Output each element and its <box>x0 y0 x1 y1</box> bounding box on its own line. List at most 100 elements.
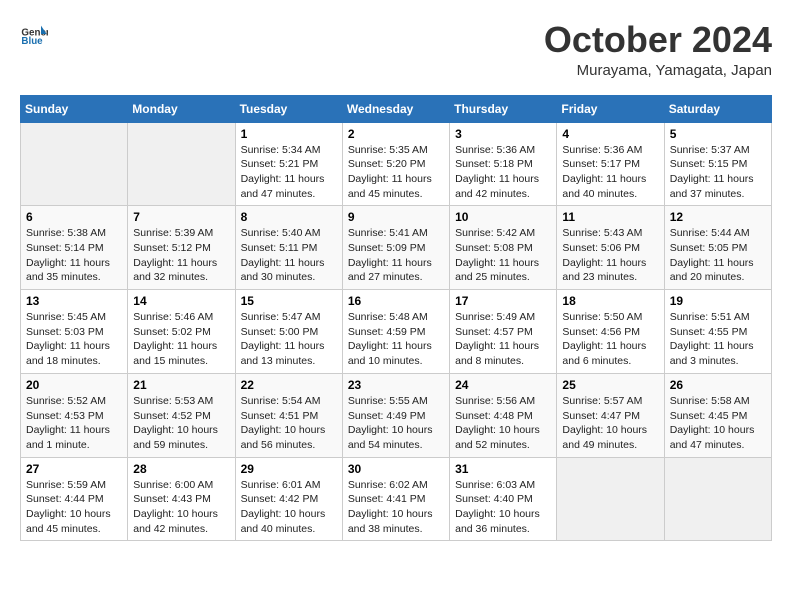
col-sunday: Sunday <box>21 95 128 122</box>
table-row: 3 Sunrise: 5:36 AM Sunset: 5:18 PM Daylig… <box>450 122 557 206</box>
day-info: Sunrise: 5:34 AM Sunset: 5:21 PM Dayligh… <box>241 143 337 202</box>
day-info: Sunrise: 5:40 AM Sunset: 5:11 PM Dayligh… <box>241 226 337 285</box>
day-number: 13 <box>26 294 122 308</box>
day-number: 22 <box>241 378 337 392</box>
table-row: 11 Sunrise: 5:43 AM Sunset: 5:06 PM Dayli… <box>557 206 664 290</box>
day-number: 3 <box>455 127 551 141</box>
day-number: 19 <box>670 294 766 308</box>
title-block: October 2024 Murayama, Yamagata, Japan <box>544 20 772 79</box>
day-number: 15 <box>241 294 337 308</box>
table-row: 7 Sunrise: 5:39 AM Sunset: 5:12 PM Daylig… <box>128 206 235 290</box>
table-row: 23 Sunrise: 5:55 AM Sunset: 4:49 PM Dayli… <box>342 373 449 457</box>
table-row: 31Sunrise: 6:03 AM Sunset: 4:40 PM Dayli… <box>450 457 557 541</box>
day-info: Sunrise: 5:36 AM Sunset: 5:17 PM Dayligh… <box>562 143 658 202</box>
day-number: 5 <box>670 127 766 141</box>
day-number: 17 <box>455 294 551 308</box>
day-number: 12 <box>670 210 766 224</box>
table-row: 8 Sunrise: 5:40 AM Sunset: 5:11 PM Daylig… <box>235 206 342 290</box>
day-info: Sunrise: 5:59 AM Sunset: 4:44 PM Dayligh… <box>26 478 122 537</box>
table-row <box>664 457 771 541</box>
table-row: 22 Sunrise: 5:54 AM Sunset: 4:51 PM Dayli… <box>235 373 342 457</box>
day-info: Sunrise: 5:57 AM Sunset: 4:47 PM Dayligh… <box>562 394 658 453</box>
day-number: 8 <box>241 210 337 224</box>
day-number: 9 <box>348 210 444 224</box>
table-row <box>557 457 664 541</box>
day-info: Sunrise: 5:51 AM Sunset: 4:55 PM Dayligh… <box>670 310 766 369</box>
day-info: Sunrise: 5:48 AM Sunset: 4:59 PM Dayligh… <box>348 310 444 369</box>
day-number: 14 <box>133 294 229 308</box>
day-info: Sunrise: 5:50 AM Sunset: 4:56 PM Dayligh… <box>562 310 658 369</box>
day-number: 7 <box>133 210 229 224</box>
day-info: Sunrise: 5:37 AM Sunset: 5:15 PM Dayligh… <box>670 143 766 202</box>
day-info: Sunrise: 5:49 AM Sunset: 4:57 PM Dayligh… <box>455 310 551 369</box>
table-row: 26Sunrise: 5:58 AM Sunset: 4:45 PM Dayli… <box>664 373 771 457</box>
location-subtitle: Murayama, Yamagata, Japan <box>544 62 772 79</box>
table-row: 17 Sunrise: 5:49 AM Sunset: 4:57 PM Dayli… <box>450 290 557 374</box>
calendar-week-row: 6Sunrise: 5:38 AM Sunset: 5:14 PM Daylig… <box>21 206 772 290</box>
day-info: Sunrise: 6:01 AM Sunset: 4:42 PM Dayligh… <box>241 478 337 537</box>
table-row: 24Sunrise: 5:56 AM Sunset: 4:48 PM Dayli… <box>450 373 557 457</box>
day-info: Sunrise: 6:03 AM Sunset: 4:40 PM Dayligh… <box>455 478 551 537</box>
table-row: 25 Sunrise: 5:57 AM Sunset: 4:47 PM Dayli… <box>557 373 664 457</box>
table-row: 10 Sunrise: 5:42 AM Sunset: 5:08 PM Dayli… <box>450 206 557 290</box>
calendar-week-row: 13 Sunrise: 5:45 AM Sunset: 5:03 PM Dayli… <box>21 290 772 374</box>
calendar-header-row: Sunday Monday Tuesday Wednesday Thursday… <box>21 95 772 122</box>
day-number: 10 <box>455 210 551 224</box>
day-info: Sunrise: 5:45 AM Sunset: 5:03 PM Dayligh… <box>26 310 122 369</box>
day-number: 23 <box>348 378 444 392</box>
day-info: Sunrise: 5:41 AM Sunset: 5:09 PM Dayligh… <box>348 226 444 285</box>
col-saturday: Saturday <box>664 95 771 122</box>
table-row: 6Sunrise: 5:38 AM Sunset: 5:14 PM Daylig… <box>21 206 128 290</box>
day-info: Sunrise: 5:35 AM Sunset: 5:20 PM Dayligh… <box>348 143 444 202</box>
day-info: Sunrise: 5:55 AM Sunset: 4:49 PM Dayligh… <box>348 394 444 453</box>
table-row: 1 Sunrise: 5:34 AM Sunset: 5:21 PM Daylig… <box>235 122 342 206</box>
table-row: 30 Sunrise: 6:02 AM Sunset: 4:41 PM Dayli… <box>342 457 449 541</box>
calendar-table: Sunday Monday Tuesday Wednesday Thursday… <box>20 95 772 542</box>
logo-icon: General Blue <box>20 20 48 48</box>
day-number: 20 <box>26 378 122 392</box>
day-info: Sunrise: 6:02 AM Sunset: 4:41 PM Dayligh… <box>348 478 444 537</box>
day-number: 18 <box>562 294 658 308</box>
table-row: 14 Sunrise: 5:46 AM Sunset: 5:02 PM Dayli… <box>128 290 235 374</box>
calendar-week-row: 27Sunrise: 5:59 AM Sunset: 4:44 PM Dayli… <box>21 457 772 541</box>
day-number: 1 <box>241 127 337 141</box>
col-friday: Friday <box>557 95 664 122</box>
day-info: Sunrise: 5:46 AM Sunset: 5:02 PM Dayligh… <box>133 310 229 369</box>
day-info: Sunrise: 5:38 AM Sunset: 5:14 PM Dayligh… <box>26 226 122 285</box>
calendar-week-row: 1 Sunrise: 5:34 AM Sunset: 5:21 PM Daylig… <box>21 122 772 206</box>
table-row: 28Sunrise: 6:00 AM Sunset: 4:43 PM Dayli… <box>128 457 235 541</box>
day-info: Sunrise: 5:36 AM Sunset: 5:18 PM Dayligh… <box>455 143 551 202</box>
day-number: 25 <box>562 378 658 392</box>
col-tuesday: Tuesday <box>235 95 342 122</box>
day-info: Sunrise: 5:39 AM Sunset: 5:12 PM Dayligh… <box>133 226 229 285</box>
day-info: Sunrise: 5:43 AM Sunset: 5:06 PM Dayligh… <box>562 226 658 285</box>
day-info: Sunrise: 5:42 AM Sunset: 5:08 PM Dayligh… <box>455 226 551 285</box>
svg-text:Blue: Blue <box>21 36 43 47</box>
col-thursday: Thursday <box>450 95 557 122</box>
table-row: 21 Sunrise: 5:53 AM Sunset: 4:52 PM Dayli… <box>128 373 235 457</box>
table-row: 29Sunrise: 6:01 AM Sunset: 4:42 PM Dayli… <box>235 457 342 541</box>
table-row: 2 Sunrise: 5:35 AM Sunset: 5:20 PM Daylig… <box>342 122 449 206</box>
table-row: 12 Sunrise: 5:44 AM Sunset: 5:05 PM Dayli… <box>664 206 771 290</box>
table-row: 4Sunrise: 5:36 AM Sunset: 5:17 PM Daylig… <box>557 122 664 206</box>
day-info: Sunrise: 5:54 AM Sunset: 4:51 PM Dayligh… <box>241 394 337 453</box>
calendar-week-row: 20Sunrise: 5:52 AM Sunset: 4:53 PM Dayli… <box>21 373 772 457</box>
table-row: 15Sunrise: 5:47 AM Sunset: 5:00 PM Dayli… <box>235 290 342 374</box>
table-row: 18 Sunrise: 5:50 AM Sunset: 4:56 PM Dayli… <box>557 290 664 374</box>
day-info: Sunrise: 5:53 AM Sunset: 4:52 PM Dayligh… <box>133 394 229 453</box>
col-monday: Monday <box>128 95 235 122</box>
day-number: 11 <box>562 210 658 224</box>
day-info: Sunrise: 5:44 AM Sunset: 5:05 PM Dayligh… <box>670 226 766 285</box>
day-number: 21 <box>133 378 229 392</box>
day-info: Sunrise: 6:00 AM Sunset: 4:43 PM Dayligh… <box>133 478 229 537</box>
table-row: 27Sunrise: 5:59 AM Sunset: 4:44 PM Dayli… <box>21 457 128 541</box>
page-header: General Blue October 2024 Murayama, Yama… <box>20 20 772 79</box>
table-row: 13 Sunrise: 5:45 AM Sunset: 5:03 PM Dayli… <box>21 290 128 374</box>
table-row <box>21 122 128 206</box>
day-number: 30 <box>348 462 444 476</box>
month-title: October 2024 <box>544 20 772 60</box>
table-row <box>128 122 235 206</box>
table-row: 16Sunrise: 5:48 AM Sunset: 4:59 PM Dayli… <box>342 290 449 374</box>
table-row: 20Sunrise: 5:52 AM Sunset: 4:53 PM Dayli… <box>21 373 128 457</box>
day-number: 2 <box>348 127 444 141</box>
